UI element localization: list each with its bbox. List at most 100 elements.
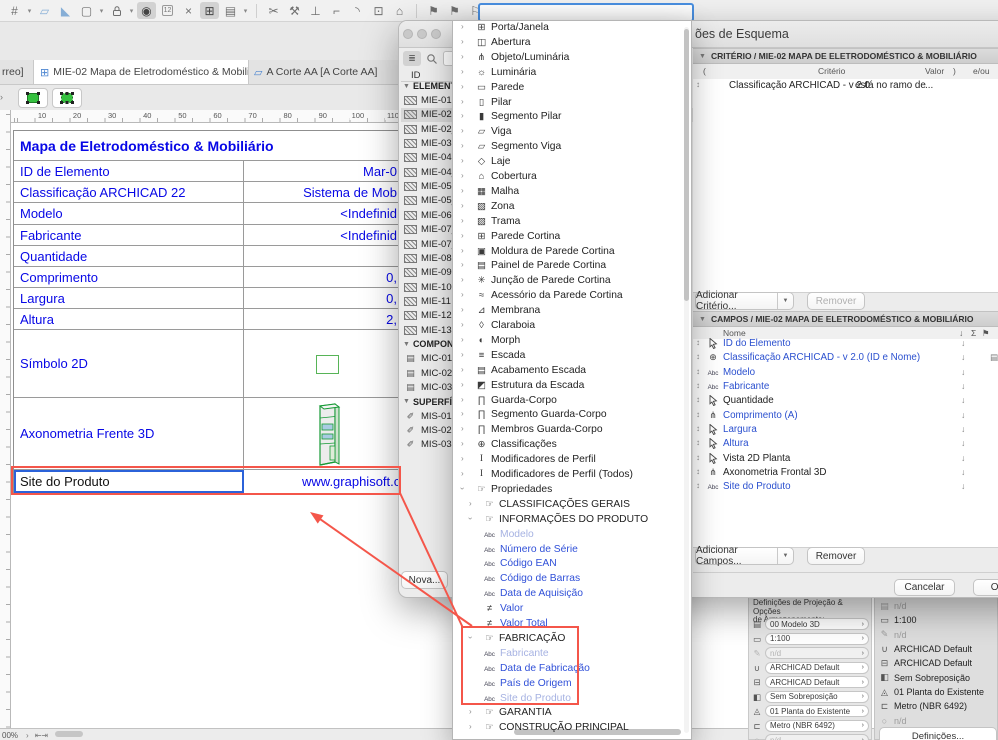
symbol-2d-preview[interactable]: [316, 355, 339, 374]
chevron-collapsed-icon[interactable]: ›: [469, 499, 472, 508]
blade-icon[interactable]: ◣: [56, 2, 75, 19]
chevron-collapsed-icon[interactable]: ›: [461, 380, 464, 389]
table-row-value[interactable]: [245, 246, 399, 266]
fillet-icon[interactable]: ◝: [348, 2, 367, 19]
chevron-collapsed-icon[interactable]: ›: [461, 305, 464, 314]
table-row-label[interactable]: Axonometria Frente 3D: [14, 398, 244, 469]
sort-direction-icon[interactable]: ↓: [961, 467, 965, 477]
field-row[interactable]: ↕ ⊕ Classificação ARCHICAD - v 2.0 (ID e N…: [693, 351, 998, 365]
dropdown-item[interactable]: Abc Número de Série: [453, 543, 691, 558]
explode-icon[interactable]: ×: [179, 2, 198, 19]
product-site-value[interactable]: www.graphisoft.co: [245, 470, 399, 493]
flag-icon[interactable]: ⚑: [424, 2, 443, 19]
layers-icon-chevron[interactable]: ▾: [242, 7, 249, 15]
chevron-collapsed-icon[interactable]: ›: [461, 275, 464, 284]
dropdown-item[interactable]: › ⌂ Cobertura: [453, 170, 691, 185]
dropdown-item[interactable]: › ☞ CLASSIFICAÇÕES GERAIS: [453, 498, 691, 513]
dropdown-item[interactable]: › ⊞ Porta/Janela: [453, 21, 691, 36]
chevron-collapsed-icon[interactable]: ›: [461, 335, 464, 344]
chevron-collapsed-icon[interactable]: ›: [461, 231, 464, 240]
quick-option-row[interactable]: ◬ 01 Planta do Existente: [878, 685, 996, 699]
corner-icon[interactable]: ⌐: [327, 2, 346, 19]
field-row[interactable]: ↕ Vista 2D Planta ↓: [693, 452, 998, 466]
chevron-collapsed-icon[interactable]: ›: [469, 722, 472, 731]
chevron-collapsed-icon[interactable]: ›: [461, 141, 464, 150]
dropdown-item[interactable]: › ▨ Trama: [453, 215, 691, 230]
dropdown-item[interactable]: › ▦ Malha: [453, 185, 691, 200]
dropdown-item[interactable]: Abc Data de Fabricação: [453, 662, 691, 677]
quick-option-row[interactable]: ◧ Sem Sobreposição: [878, 671, 996, 685]
table-row-value[interactable]: Sistema de Mob: [245, 182, 399, 202]
quick-option-row[interactable]: ∪ ARCHICAD Default: [878, 642, 996, 656]
add-criteria-button[interactable]: Adicionar Critério... ▼: [695, 290, 794, 312]
dropdown-item[interactable]: › ⊞ Parede Cortina: [453, 230, 691, 245]
chevron-collapsed-icon[interactable]: ›: [461, 350, 464, 359]
table-row-label[interactable]: Largura: [14, 288, 244, 308]
dropdown-item[interactable]: Abc Data de Aquisição: [453, 587, 691, 602]
chevron-collapsed-icon[interactable]: ›: [461, 156, 464, 165]
drag-handle-icon[interactable]: ↕: [696, 367, 700, 376]
chevron-down-icon[interactable]: ▼: [777, 293, 793, 309]
horizontal-scrollbar-thumb[interactable]: [55, 731, 83, 737]
chevron-collapsed-icon[interactable]: ›: [469, 707, 472, 716]
sort-direction-icon[interactable]: ↓: [961, 438, 965, 448]
grid-snap-icon[interactable]: #: [5, 2, 24, 19]
scheme-search-icon[interactable]: [426, 52, 438, 70]
projection-setting-dropdown[interactable]: ARCHICAD Default ›: [765, 661, 869, 674]
chevron-collapsed-icon[interactable]: ›: [461, 320, 464, 329]
table-row-label[interactable]: Símbolo 2D: [14, 330, 244, 397]
chevron-collapsed-icon[interactable]: ›: [461, 67, 464, 76]
zoom-menu-chevron[interactable]: ›: [26, 731, 29, 740]
chevron-collapsed-icon[interactable]: ›: [461, 82, 464, 91]
table-row-value[interactable]: 0,: [245, 288, 399, 308]
axonometry-3d-preview[interactable]: [317, 402, 341, 471]
chevron-collapsed-icon[interactable]: ›: [461, 395, 464, 404]
drag-handle-icon[interactable]: ↕: [696, 453, 700, 462]
dropdown-item[interactable]: › ✳ Junção de Parede Cortina: [453, 274, 691, 289]
dropdown-item[interactable]: › ∏ Membros Guarda-Corpo: [453, 423, 691, 438]
dropdown-item[interactable]: › ◫ Abertura: [453, 36, 691, 51]
sort-direction-icon[interactable]: ↓: [961, 410, 965, 420]
minimize-window-button[interactable]: [417, 29, 427, 39]
layers-icon[interactable]: ▤: [221, 2, 240, 19]
field-row[interactable]: ↕ Quantidade ↓: [693, 394, 998, 408]
chevron-down-icon[interactable]: ▼: [777, 548, 793, 564]
adjust-icon[interactable]: ⚒: [285, 2, 304, 19]
drag-handle-icon[interactable]: ↕: [696, 481, 700, 490]
dropdown-item[interactable]: Abc Site do Produto: [453, 692, 691, 707]
table-row-value[interactable]: 0,: [245, 267, 399, 287]
table-row-label[interactable]: ID de Elemento: [14, 161, 244, 181]
dropdown-item[interactable]: › ▮ Segmento Pilar: [453, 110, 691, 125]
dropdown-item[interactable]: › ☼ Luminária: [453, 66, 691, 81]
projection-setting-dropdown[interactable]: 00 Modelo 3D ›: [765, 618, 869, 630]
dropdown-item[interactable]: › ☞ FABRICAÇÃO: [453, 632, 691, 647]
dropdown-item[interactable]: › ▭ Parede: [453, 81, 691, 96]
toolbar-overflow-chevron[interactable]: ›: [0, 92, 3, 102]
quick-option-row[interactable]: ○ n/d: [878, 714, 996, 728]
dropdown-item[interactable]: › ▤ Acabamento Escada: [453, 364, 691, 379]
dropdown-item[interactable]: Abc País de Origem: [453, 677, 691, 692]
dropdown-item[interactable]: › ▯ Pilar: [453, 96, 691, 111]
sort-direction-icon[interactable]: ↓: [961, 381, 965, 391]
projection-setting-dropdown[interactable]: Sem Sobreposição ›: [765, 690, 869, 703]
sort-direction-icon[interactable]: ↓: [961, 424, 965, 434]
dropdown-item[interactable]: › ▱ Segmento Viga: [453, 140, 691, 155]
dropdown-item[interactable]: › ◊ Claraboia: [453, 319, 691, 334]
dropdown-item[interactable]: Abc Código EAN: [453, 557, 691, 572]
dimension-12-icon[interactable]: 12: [158, 2, 177, 19]
chevron-collapsed-icon[interactable]: ›: [461, 424, 464, 433]
new-scheme-button[interactable]: Nova...: [401, 571, 448, 589]
drag-handle-icon[interactable]: ↕: [696, 338, 700, 347]
chevron-expanded-icon[interactable]: ›: [466, 517, 475, 520]
chevron-collapsed-icon[interactable]: ›: [461, 365, 464, 374]
tab-section[interactable]: ▱ A Corte AA [A Corte AA]: [248, 60, 398, 84]
chevron-expanded-icon[interactable]: ›: [466, 636, 475, 639]
dropdown-item[interactable]: › ⊕ Classificações: [453, 438, 691, 453]
table-row-value[interactable]: Mar-0: [245, 161, 399, 181]
field-row[interactable]: ↕ Abc Modelo ↓: [693, 366, 998, 380]
drag-handle-icon[interactable]: ↕: [696, 395, 700, 404]
quick-option-row[interactable]: ⊟ ARCHICAD Default: [878, 656, 996, 670]
drag-handle-icon[interactable]: ↕: [696, 424, 700, 433]
field-row[interactable]: ↕ ⋔ Comprimento (A) ↓: [693, 409, 998, 423]
lock-icon-chevron[interactable]: ▾: [128, 7, 135, 15]
